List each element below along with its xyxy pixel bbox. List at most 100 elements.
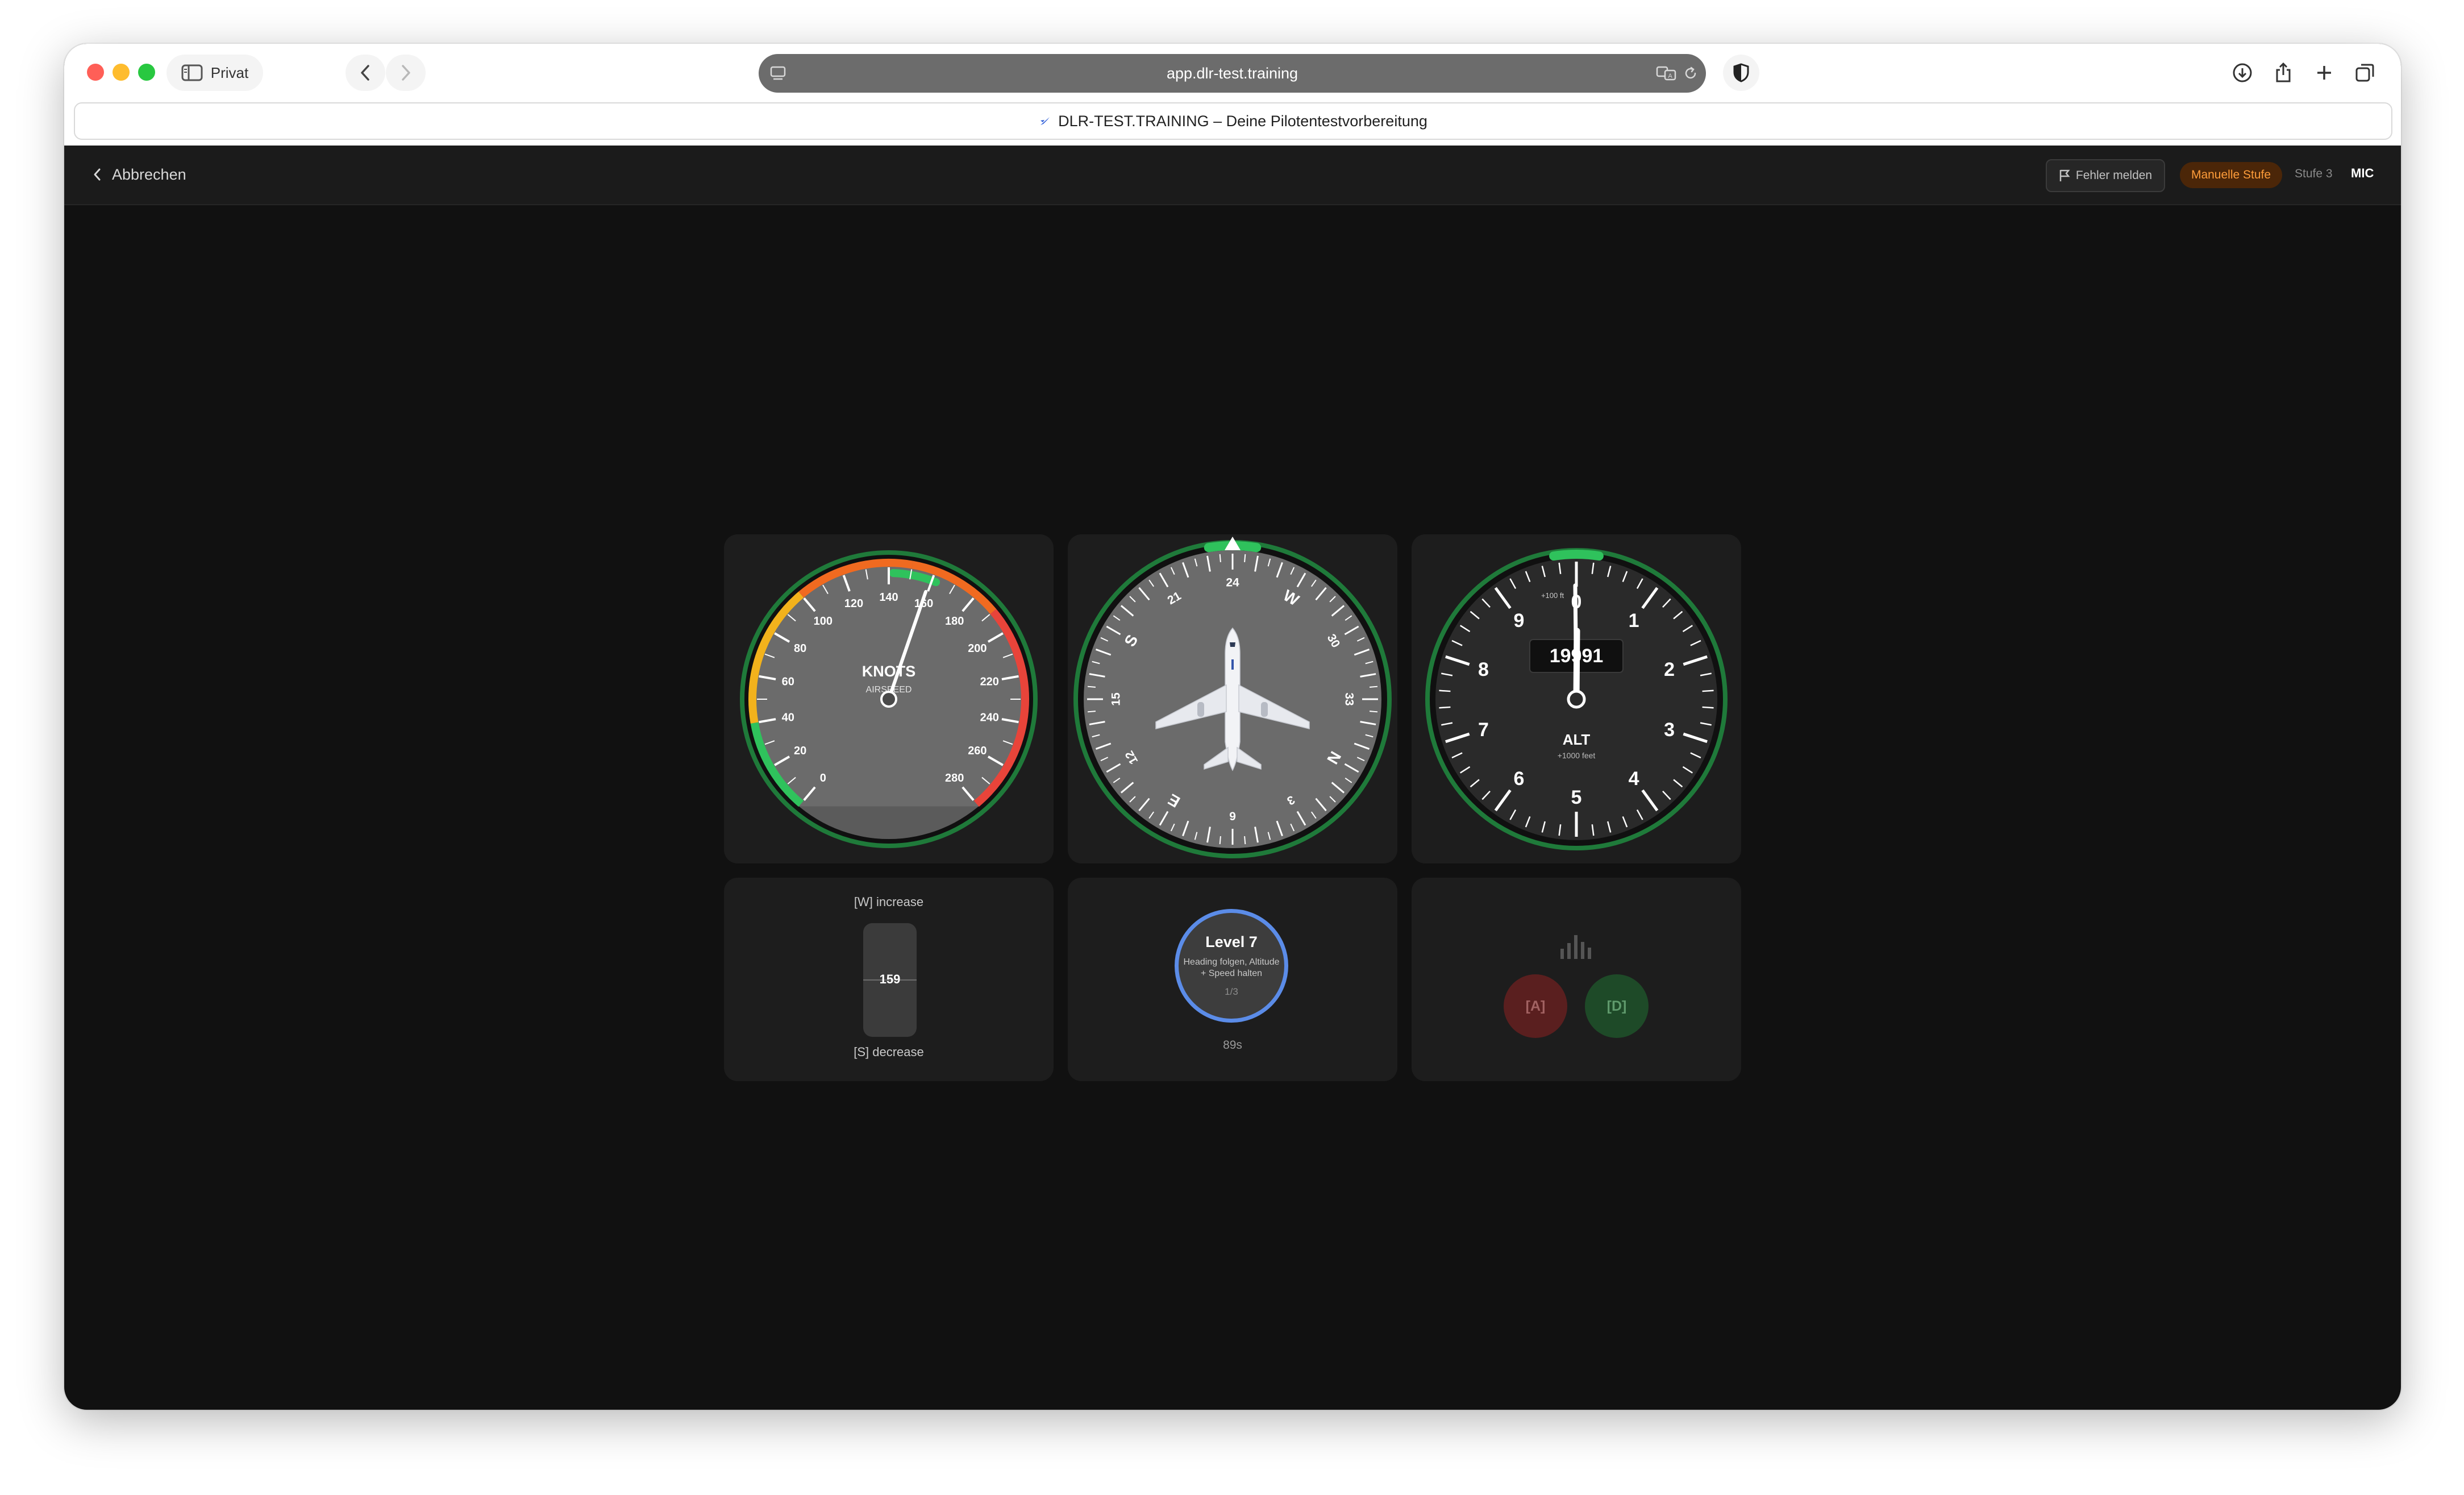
turn-right-key: [D] [1606, 998, 1627, 1014]
mic-label: MIC [2351, 166, 2374, 180]
altimeter: 0123456789+100 ft19991ALT+1000 feet [1425, 548, 1728, 850]
download-icon [2233, 63, 2252, 82]
chevron-right-icon [402, 65, 410, 81]
report-error-button[interactable]: Fehler melden [2046, 159, 2165, 192]
heading-tick [1219, 554, 1221, 563]
airspeed-tick-label: 260 [968, 745, 987, 757]
throttle-value: 159 [879, 972, 901, 986]
close-window-button[interactable] [87, 64, 104, 81]
altimeter-tick [1439, 706, 1451, 709]
altimeter-digit: 5 [1571, 787, 1582, 808]
airspeed-title: KNOTS [862, 663, 916, 680]
altimeter-digit: 4 [1629, 768, 1639, 790]
reload-icon[interactable] [1683, 66, 1698, 81]
new-tab-button[interactable] [2310, 59, 2338, 87]
flag-icon [2059, 169, 2070, 181]
altimeter-target-bug [1549, 550, 1604, 561]
throttle-panel: [W] increase 159 [S] decrease [724, 878, 1054, 1081]
tab-overview-button[interactable] [2351, 59, 2379, 87]
level-progress: 1/3 [1225, 986, 1238, 997]
translate-icon[interactable]: A [1656, 65, 1678, 81]
privacy-shield-button[interactable] [1723, 55, 1759, 91]
heading-tick [1219, 836, 1221, 845]
altimeter-digit: 8 [1478, 659, 1489, 680]
sidebar-toggle-button[interactable]: Privat [167, 55, 263, 91]
altimeter-digit: 3 [1664, 719, 1675, 741]
airplane-part [1230, 642, 1235, 647]
heading-label: 6 [1229, 809, 1236, 822]
airplane-part [1231, 659, 1234, 670]
airspeed-tick-label: 140 [879, 591, 898, 604]
heading-tick [1369, 711, 1378, 713]
app-header: Abbrechen Fehler melden Manuelle Stufe S… [64, 146, 2401, 205]
airspeed-tick-label: 20 [794, 745, 806, 757]
airplane-part [1261, 702, 1268, 717]
airspeed-tick-label: 180 [945, 615, 964, 628]
heading-panel: N 3 6 E 12 15 S 21 24 W 30 33 [1068, 534, 1397, 863]
site-favicon-icon [1040, 117, 1050, 125]
heading-label: 15 [1110, 692, 1123, 706]
airspeed-tick-label: 0 [820, 772, 826, 784]
airspeed-tick-label: 40 [782, 711, 794, 724]
cancel-button[interactable]: Abbrechen [93, 161, 186, 188]
maximize-window-button[interactable] [138, 64, 155, 81]
level-panel: Level 7 Heading folgen, Altitude + Speed… [1068, 878, 1397, 1081]
airspeed-hub [880, 691, 897, 708]
heading-indicator: N36E1215S2124W3033 [1073, 537, 1392, 858]
sidebar-icon [181, 64, 203, 81]
page-settings-icon [770, 66, 786, 80]
airspeed-tick-label: 60 [782, 676, 794, 688]
airspeed-panel: 0 20 40 60 80 100 120 140 160 180 200 220 240 260 280 K… [724, 534, 1054, 863]
airplane-part [1197, 702, 1204, 717]
airspeed-tick-label: 100 [814, 615, 833, 628]
altimeter-needle-short [1573, 628, 1580, 703]
active-tab[interactable]: DLR-TEST.TRAINING – Deine Pilotentestvor… [74, 102, 2392, 140]
private-mode-label: Privat [210, 64, 249, 81]
downloads-button[interactable] [2228, 59, 2257, 87]
altimeter-top-label: +100 ft [1541, 591, 1564, 600]
altimeter-digit: 1 [1629, 610, 1639, 632]
svg-text:A: A [1668, 73, 1672, 80]
altimeter-digit: 2 [1664, 659, 1675, 680]
airspeed-tick-label: 120 [844, 597, 863, 610]
altimeter-digit: 7 [1478, 719, 1489, 741]
stage-label: Stufe 3 [2295, 167, 2333, 180]
mode-badge-label: Manuelle Stufe [2191, 168, 2271, 181]
turn-left-button[interactable]: [A] [1504, 974, 1567, 1038]
share-icon [2276, 62, 2291, 82]
airspeed-tick-label: 220 [980, 676, 999, 688]
turn-control-panel: [A] [D] [1412, 878, 1741, 1081]
forward-button[interactable] [386, 55, 426, 91]
browser-toolbar: Privat app.dlr-test.training A DLR-TEST.… [64, 44, 2401, 146]
throttle-increase-label: [W] increase [854, 895, 924, 909]
heading-label: 24 [1226, 576, 1239, 589]
chevron-left-icon [361, 65, 369, 81]
altimeter-title: ALT [1563, 731, 1591, 748]
browser-window: Privat app.dlr-test.training A DLR-TEST.… [64, 44, 2401, 1410]
minimize-window-button[interactable] [113, 64, 130, 81]
airspeed-tick-label: 200 [968, 642, 987, 655]
address-bar[interactable]: app.dlr-test.training A [759, 54, 1706, 93]
report-error-label: Fehler melden [2075, 169, 2153, 182]
airspeed-tick-label: 240 [980, 711, 999, 724]
throttle-decrease-label: [S] decrease [854, 1045, 924, 1059]
altimeter-tick [1702, 706, 1714, 709]
altimeter-subtitle: +1000 feet [1558, 751, 1596, 760]
shield-icon [1733, 63, 1749, 82]
turn-right-button[interactable]: [D] [1585, 974, 1649, 1038]
cancel-label: Abbrechen [112, 165, 186, 183]
level-timer: 89s [1223, 1039, 1242, 1052]
url-text: app.dlr-test.training [1166, 64, 1298, 82]
turn-left-key: [A] [1525, 998, 1546, 1014]
level-description: Heading folgen, Altitude + Speed halten [1183, 957, 1280, 978]
chevron-left-icon [94, 168, 101, 181]
altimeter-hub [1567, 690, 1586, 709]
tabs-overview-icon [2355, 64, 2374, 82]
level-title: Level 7 [1205, 933, 1258, 950]
throttle-slider[interactable]: 159 [863, 923, 917, 1037]
altimeter-digit: 9 [1513, 610, 1524, 632]
share-button[interactable] [2269, 59, 2297, 87]
altimeter-digit: 6 [1513, 768, 1524, 790]
back-button[interactable] [346, 55, 385, 91]
audio-bars-icon [1560, 935, 1591, 959]
